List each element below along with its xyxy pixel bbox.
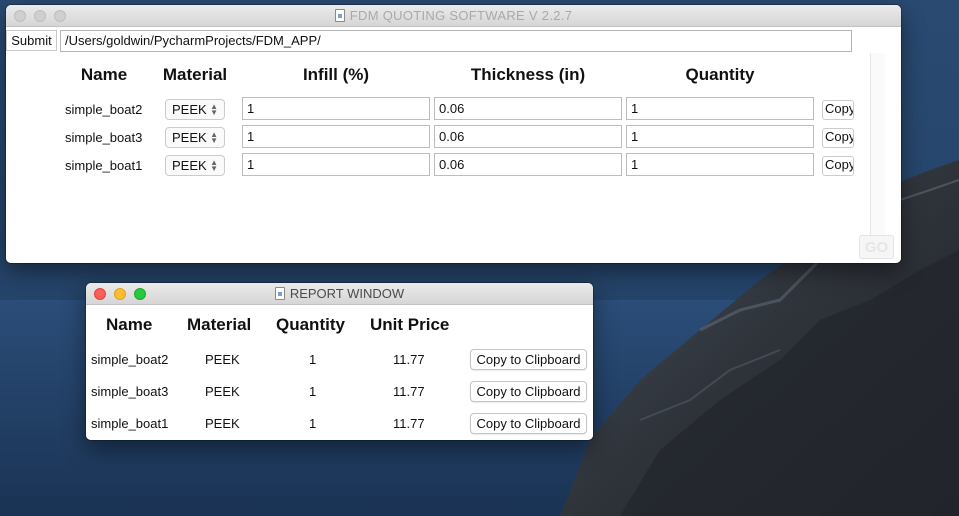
header-material: Material xyxy=(162,65,228,84)
header-thickness: Thickness (in) xyxy=(470,65,586,84)
report-row-name: simple_boat1 xyxy=(91,416,169,431)
header-quantity: Quantity xyxy=(685,65,755,84)
zoom-button[interactable] xyxy=(134,288,146,300)
window-controls xyxy=(94,288,146,300)
chevron-updown-icon: ▲ ▼ xyxy=(210,157,218,173)
submit-button[interactable]: Submit xyxy=(6,30,57,51)
go-button[interactable]: GO xyxy=(859,235,894,259)
row-name: simple_boat1 xyxy=(65,158,143,173)
infill-field[interactable]: 1 xyxy=(242,125,430,148)
report-row-material: PEEK xyxy=(205,384,240,399)
copy-button[interactable]: Copy xyxy=(822,100,854,120)
material-value: PEEK xyxy=(172,158,207,173)
row-name: simple_boat3 xyxy=(65,130,143,145)
copy-button[interactable]: Copy xyxy=(822,128,854,148)
material-select[interactable]: PEEK ▲ ▼ xyxy=(165,99,225,120)
header-name: Name xyxy=(80,65,128,84)
report-row-quantity: 1 xyxy=(309,352,317,367)
copy-to-clipboard-button[interactable]: Copy to Clipboard xyxy=(470,413,587,434)
main-window-title: FDM QUOTING SOFTWARE V 2.2.7 xyxy=(349,8,573,23)
report-window-content: Name Material Quantity Unit Price simple… xyxy=(86,305,593,440)
minimize-button[interactable] xyxy=(114,288,126,300)
thickness-field[interactable]: 0.06 xyxy=(434,153,622,176)
thickness-field[interactable]: 0.06 xyxy=(434,97,622,120)
report-row-unit-price: 11.77 xyxy=(393,352,425,367)
copy-to-clipboard-button[interactable]: Copy to Clipboard xyxy=(470,349,587,370)
close-button[interactable] xyxy=(14,10,26,22)
vertical-scrollbar[interactable] xyxy=(870,53,885,258)
document-icon xyxy=(274,287,285,300)
report-header-name: Name xyxy=(106,315,153,334)
report-row-material: PEEK xyxy=(205,416,240,431)
report-window-titlebar[interactable]: REPORT WINDOW xyxy=(86,283,593,305)
report-window-title: REPORT WINDOW xyxy=(289,286,405,301)
infill-field[interactable]: 1 xyxy=(242,153,430,176)
material-value: PEEK xyxy=(172,102,207,117)
main-window: FDM QUOTING SOFTWARE V 2.2.7 Submit /Use… xyxy=(6,5,901,263)
report-row-name: simple_boat2 xyxy=(91,352,169,367)
zoom-button[interactable] xyxy=(54,10,66,22)
close-button[interactable] xyxy=(94,288,106,300)
thickness-field[interactable]: 0.06 xyxy=(434,125,622,148)
copy-to-clipboard-button[interactable]: Copy to Clipboard xyxy=(470,381,587,402)
material-value: PEEK xyxy=(172,130,207,145)
path-input[interactable]: /Users/goldwin/PycharmProjects/FDM_APP/ xyxy=(60,30,852,52)
report-row-material: PEEK xyxy=(205,352,240,367)
document-icon xyxy=(334,9,345,22)
main-window-content: Submit /Users/goldwin/PycharmProjects/FD… xyxy=(6,27,901,263)
report-row-unit-price: 11.77 xyxy=(393,384,425,399)
report-row-unit-price: 11.77 xyxy=(393,416,425,431)
report-header-quantity: Quantity xyxy=(276,315,345,334)
quantity-field[interactable]: 1 xyxy=(626,125,814,148)
report-row-quantity: 1 xyxy=(309,384,317,399)
report-header-unit-price: Unit Price xyxy=(370,315,450,334)
report-row-quantity: 1 xyxy=(309,416,317,431)
report-window: REPORT WINDOW Name Material Quantity Uni… xyxy=(86,283,593,440)
main-window-titlebar[interactable]: FDM QUOTING SOFTWARE V 2.2.7 xyxy=(6,5,901,27)
window-controls xyxy=(14,10,66,22)
minimize-button[interactable] xyxy=(34,10,46,22)
quantity-field[interactable]: 1 xyxy=(626,97,814,120)
chevron-updown-icon: ▲ ▼ xyxy=(210,129,218,145)
quantity-field[interactable]: 1 xyxy=(626,153,814,176)
material-select[interactable]: PEEK ▲ ▼ xyxy=(165,127,225,148)
chevron-updown-icon: ▲ ▼ xyxy=(210,101,218,117)
copy-button[interactable]: Copy xyxy=(822,156,854,176)
report-header-material: Material xyxy=(187,315,252,334)
row-name: simple_boat2 xyxy=(65,102,143,117)
infill-field[interactable]: 1 xyxy=(242,97,430,120)
report-row-name: simple_boat3 xyxy=(91,384,169,399)
header-infill: Infill (%) xyxy=(302,65,370,84)
material-select[interactable]: PEEK ▲ ▼ xyxy=(165,155,225,176)
